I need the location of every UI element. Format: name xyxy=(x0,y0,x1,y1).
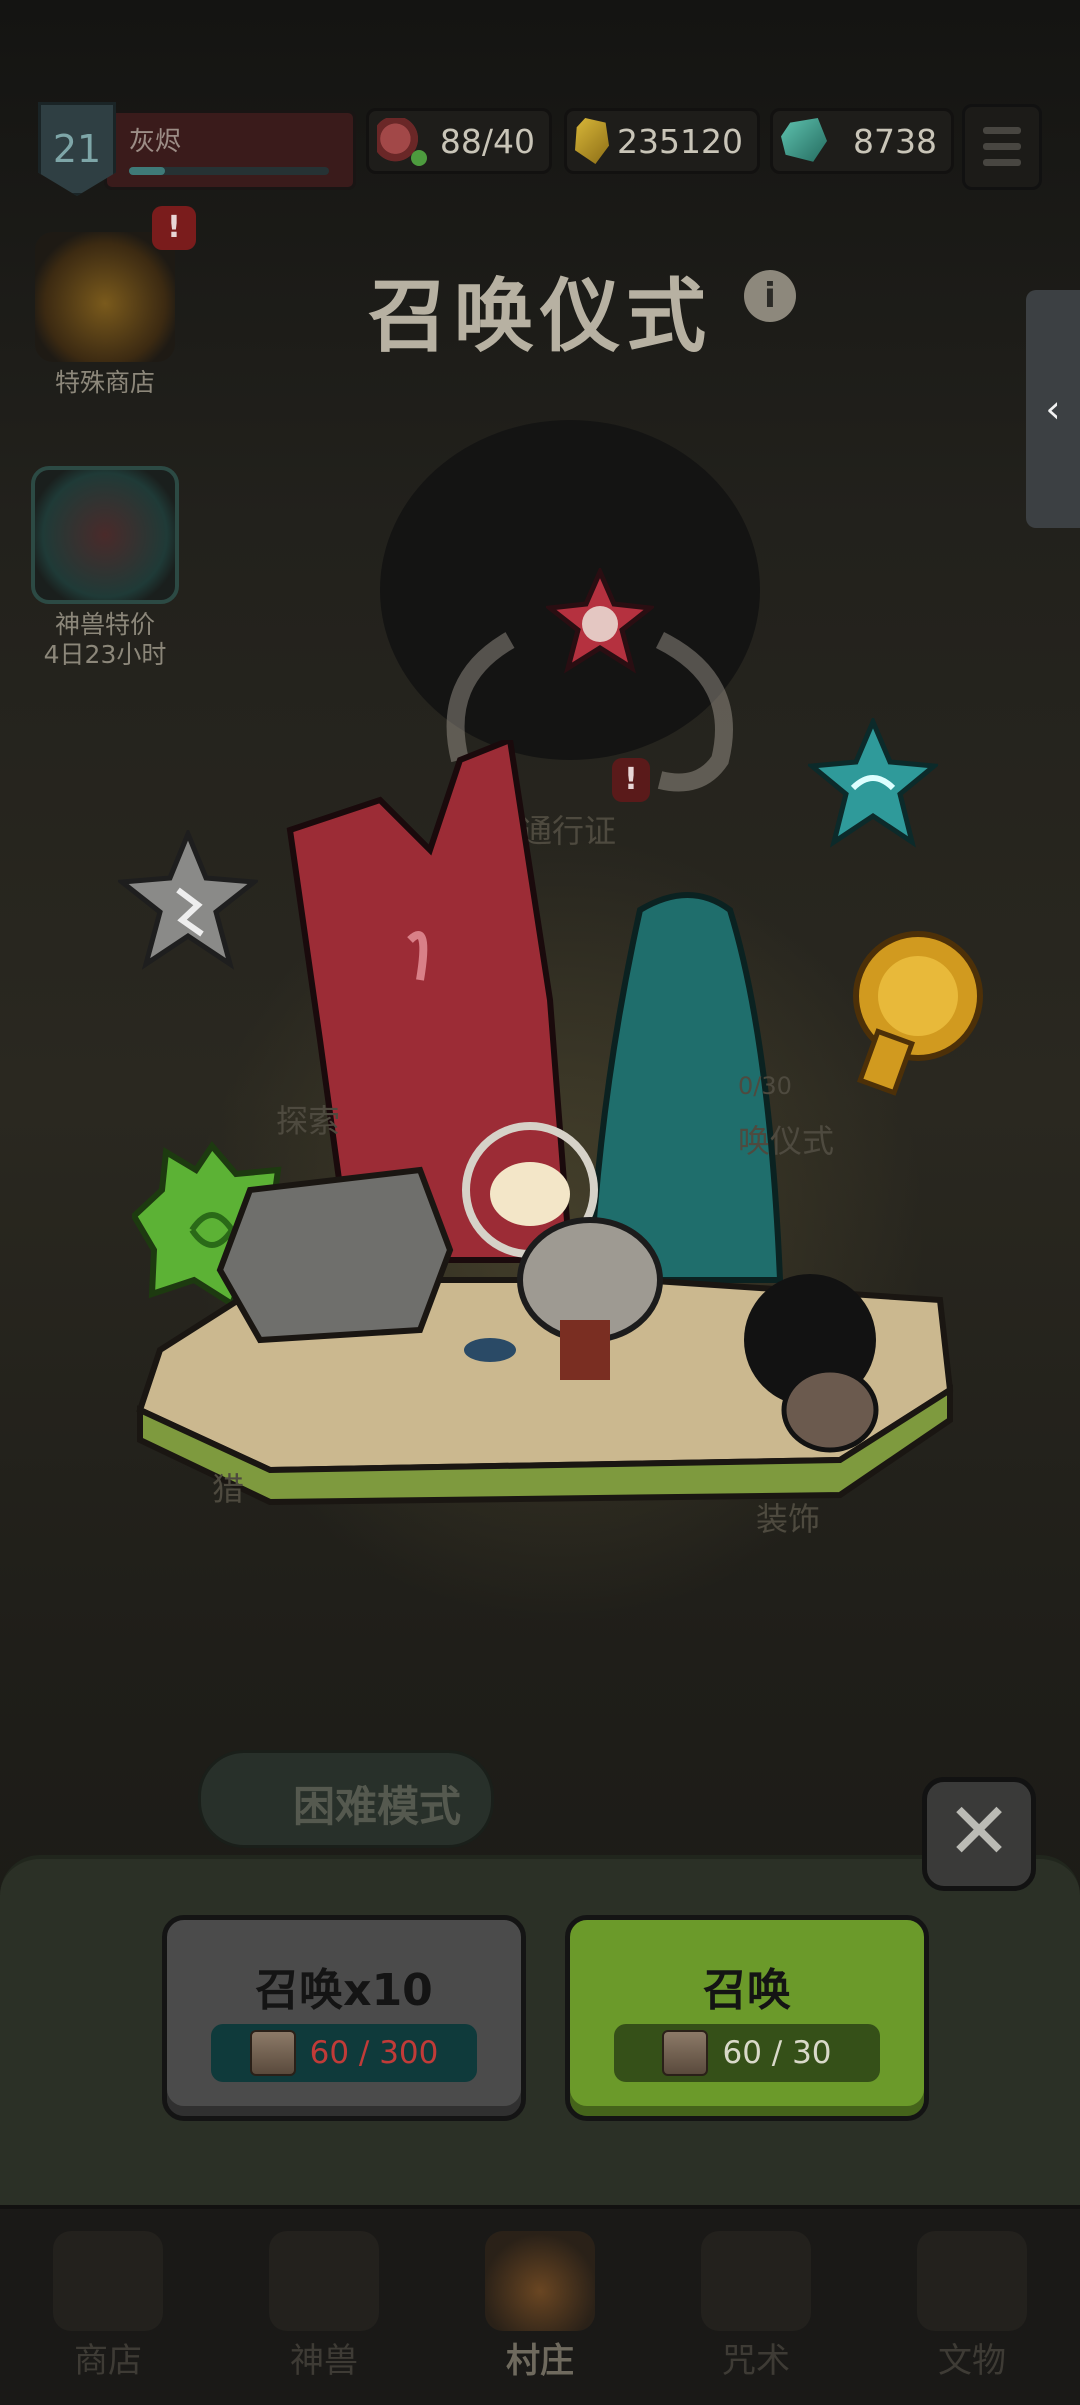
summon-x10-button[interactable]: 召唤x10 60 / 300 xyxy=(162,1915,526,2121)
ritual-progress: 0/30 xyxy=(738,1072,792,1100)
shop-icon xyxy=(53,2231,163,2331)
summon-cost-value: 60 / 30 xyxy=(722,2035,832,2071)
summon-x10-cost-value: 60 / 300 xyxy=(309,2035,439,2071)
close-button[interactable]: ✕ xyxy=(922,1777,1036,1891)
campfire-icon xyxy=(485,2231,595,2331)
treasure-chest-icon xyxy=(35,232,175,362)
meat-value: 88/40 xyxy=(439,121,535,161)
decor-label[interactable]: 装饰 xyxy=(756,1494,820,1540)
gold-icon xyxy=(575,118,610,164)
relic-icon xyxy=(917,2231,1027,2331)
pass-alert-badge: ! xyxy=(612,758,650,802)
nav-village-label: 村庄 xyxy=(506,2341,574,2381)
summon-x10-cost: 60 / 300 xyxy=(211,2024,477,2082)
nav-shop-label: 商店 xyxy=(74,2341,142,2381)
beast-icon xyxy=(269,2231,379,2331)
hard-mode-button[interactable]: 困难模式 xyxy=(198,1750,494,1848)
nav-shop[interactable]: 商店 xyxy=(0,2209,216,2405)
side-panel-toggle[interactable]: ‹ xyxy=(1026,290,1080,528)
summon-x10-label: 召唤x10 xyxy=(255,1965,433,2016)
water-star-token-icon[interactable] xyxy=(808,718,938,848)
fire-star-token-icon[interactable] xyxy=(546,568,654,676)
info-icon[interactable]: i xyxy=(744,270,796,322)
summon-button[interactable]: 召唤 60 / 30 xyxy=(565,1915,929,2121)
xp-bar xyxy=(129,167,329,175)
player-name: 灰烬 xyxy=(129,127,182,157)
meat-counter[interactable]: 88/40 xyxy=(366,108,552,174)
summon-token-icon xyxy=(249,2030,296,2076)
beast-portrait-icon xyxy=(31,466,179,604)
special-shop-widget[interactable]: 特殊商店 xyxy=(30,232,180,398)
nav-beasts-label: 神兽 xyxy=(290,2341,358,2381)
player-namebar[interactable]: 灰烬 xyxy=(104,110,356,190)
beast-deal-timer: 4日23小时 xyxy=(43,640,167,669)
gem-icon xyxy=(781,118,827,162)
lightning-star-token-icon[interactable] xyxy=(118,830,258,970)
explore-label[interactable]: 探索 xyxy=(276,1096,340,1142)
nav-relics-label: 文物 xyxy=(938,2341,1006,2381)
menu-button[interactable] xyxy=(962,104,1042,190)
ritual-label[interactable]: 唤仪式 xyxy=(738,1116,834,1162)
alert-badge: ! xyxy=(152,206,196,250)
summon-cost: 60 / 30 xyxy=(614,2024,880,2082)
nav-beasts[interactable]: 神兽 xyxy=(216,2209,432,2405)
shaman-character xyxy=(462,1122,663,1380)
top-hud: 灰烬 21 88/40 235120 8738 xyxy=(24,100,1056,196)
beast-deal-widget[interactable]: 神兽特价 4日23小时 xyxy=(30,466,180,670)
gem-counter[interactable]: 8738 xyxy=(770,108,954,174)
nav-spells[interactable]: 咒术 xyxy=(648,2209,864,2405)
meat-icon xyxy=(377,118,427,166)
nav-village[interactable]: 村庄 xyxy=(432,2209,648,2405)
hard-mode-label: 困难模式 xyxy=(293,1782,462,1831)
hunt-label[interactable]: 猎 xyxy=(212,1464,244,1510)
gold-value: 235120 xyxy=(617,121,743,161)
nav-spells-label: 咒术 xyxy=(722,2341,790,2381)
bottom-navigation: 商店 神兽 村庄 咒术 文物 xyxy=(0,2205,1080,2405)
hairy-creature-character xyxy=(744,1274,879,1453)
gold-counter[interactable]: 235120 xyxy=(564,108,760,174)
spell-icon xyxy=(701,2231,811,2331)
summon-label: 召唤 xyxy=(703,1965,791,2016)
summon-token-icon xyxy=(662,2030,709,2076)
golden-key-icon[interactable] xyxy=(838,926,988,1096)
beast-deal-label: 神兽特价 xyxy=(54,610,155,639)
special-shop-label: 特殊商店 xyxy=(54,368,155,397)
gem-value: 8738 xyxy=(853,121,937,161)
nav-relics[interactable]: 文物 xyxy=(864,2209,1080,2405)
